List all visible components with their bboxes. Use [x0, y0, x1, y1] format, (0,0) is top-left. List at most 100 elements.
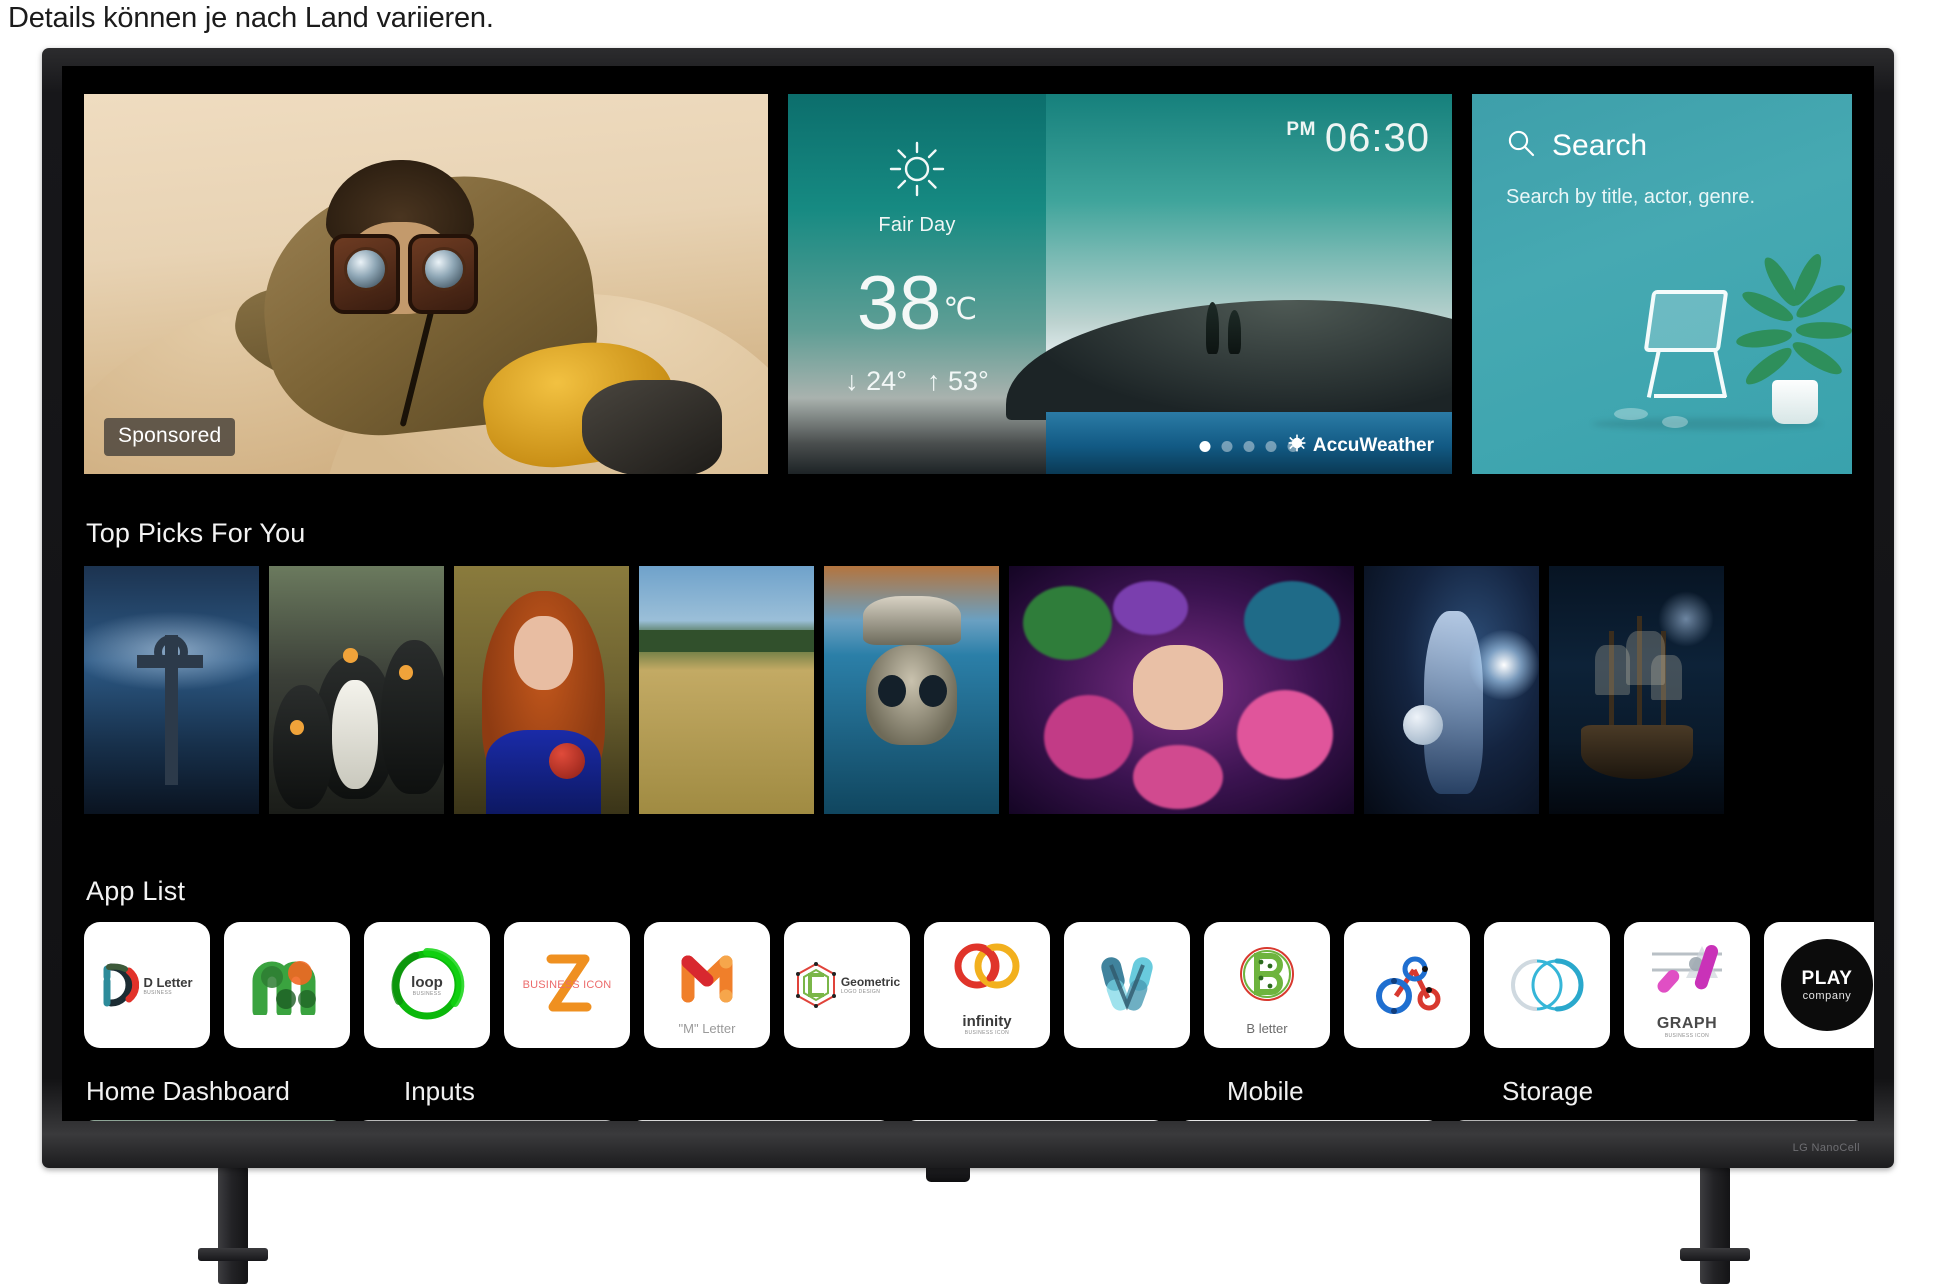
- business-z-app[interactable]: BUSINESS ICON: [504, 922, 630, 1048]
- graveyard-cross-thumbnail[interactable]: [84, 566, 259, 814]
- redhead-pomegranate-thumbnail[interactable]: [454, 566, 629, 814]
- pager-dot-2[interactable]: [1221, 441, 1233, 452]
- tree-icon: [1228, 310, 1241, 354]
- green-m-app[interactable]: [224, 922, 350, 1048]
- skull-island-thumbnail[interactable]: [824, 566, 999, 814]
- floral-portrait-thumbnail[interactable]: [1009, 566, 1354, 814]
- app-label: BUSINESS ICON: [522, 979, 612, 991]
- search-card[interactable]: Search Search by title, actor, genre.: [1472, 94, 1852, 474]
- pager-dot-4[interactable]: [1265, 441, 1277, 452]
- plant-illustration: [1735, 251, 1852, 389]
- binoculars-icon: [330, 234, 480, 320]
- brand-logo: LG NanoCell: [1792, 1142, 1860, 1154]
- dashboard-card-4[interactable]: [906, 1120, 1164, 1121]
- app-list-row[interactable]: D Letter BUSINESS loop BUSINESS BUSINESS…: [84, 922, 1874, 1048]
- app-sublabel: LOGO DESIGN: [840, 989, 881, 995]
- carousel-pager[interactable]: [1199, 441, 1299, 452]
- stand-foot-left: [198, 1248, 268, 1261]
- stand-leg-right: [1700, 1166, 1730, 1284]
- b-letter-icon: [1240, 947, 1294, 1001]
- graph-icon: [1652, 944, 1722, 993]
- dashboard-label-mobile: Mobile: [1227, 1076, 1304, 1106]
- weather-card[interactable]: Fair Day 38℃ ↓ 24° ↑ 53° PM 06:30 AccuWe…: [788, 94, 1452, 474]
- search-scene-stone: [1662, 416, 1688, 428]
- b-letter-app[interactable]: B letter: [1204, 922, 1330, 1048]
- dashboard-card-home-dashboard[interactable]: [84, 1120, 342, 1121]
- infinity-icon: [954, 943, 1020, 989]
- graph-app[interactable]: GRAPH BUSINESS ICON: [1624, 922, 1750, 1048]
- dashboard-label-home: Home Dashboard: [86, 1076, 290, 1106]
- search-header[interactable]: Search: [1506, 128, 1647, 163]
- soccer-player-thumbnail[interactable]: [1364, 566, 1539, 814]
- clock-time: 06:30: [1324, 116, 1430, 160]
- stand-foot-right: [1680, 1248, 1750, 1261]
- dashboard-card-inputs[interactable]: [358, 1120, 616, 1121]
- app-sublabel: BUSINESS ICON: [1664, 1033, 1710, 1039]
- tree-icon: [1206, 302, 1219, 354]
- dashboard-label-inputs: Inputs: [404, 1076, 475, 1106]
- geometric-icon: [795, 962, 836, 1008]
- m-letter-icon: [681, 955, 733, 1003]
- top-picks-row[interactable]: [84, 566, 1724, 814]
- d-letter-app[interactable]: D Letter BUSINESS: [84, 922, 210, 1048]
- pager-dot-3[interactable]: [1243, 441, 1255, 452]
- tv-screen: Sponsored Fair Day 38℃ ↓ 24° ↑ 53° PM 06…: [62, 66, 1874, 1121]
- tv-device: LG NanoCell Sponsored Fair Day 38℃ ↓ 24°…: [0, 48, 1936, 1284]
- dashboard-card-3[interactable]: [632, 1120, 890, 1121]
- sun-icon: [888, 140, 946, 203]
- m-letter-app[interactable]: "M" Letter: [644, 922, 770, 1048]
- green-m-icon: [252, 961, 316, 1015]
- weather-scenery-pane: PM 06:30 AccuWeather: [1006, 94, 1452, 474]
- clock-ampm: PM: [1286, 119, 1316, 140]
- play-company-app[interactable]: PLAY company: [1764, 922, 1874, 1048]
- molecule-app[interactable]: [1344, 922, 1470, 1048]
- app-sublabel: company: [1802, 990, 1852, 1002]
- sponsored-hero-card[interactable]: Sponsored: [84, 94, 768, 474]
- weather-low: ↓ 24°: [845, 366, 907, 396]
- app-label: B letter: [1246, 1021, 1288, 1036]
- wheat-field-thumbnail[interactable]: [639, 566, 814, 814]
- pager-dot-1[interactable]: [1199, 441, 1211, 452]
- play-company-icon: PLAY company: [1781, 939, 1873, 1031]
- penguins-thumbnail[interactable]: [269, 566, 444, 814]
- pirate-ship-thumbnail[interactable]: [1549, 566, 1724, 814]
- search-title: Search: [1552, 128, 1648, 162]
- app-label: "M" Letter: [678, 1021, 736, 1036]
- stand-leg-left: [218, 1166, 248, 1284]
- app-label: D Letter: [143, 974, 193, 990]
- weather-temperature: 38℃: [788, 266, 1046, 342]
- app-sublabel: BUSINESS: [143, 989, 172, 996]
- sponsored-badge: Sponsored: [104, 418, 236, 456]
- dashboard-card-mobile[interactable]: [1180, 1120, 1438, 1121]
- app-list-title: App List: [86, 876, 186, 906]
- clock-display: PM 06:30: [1286, 116, 1430, 161]
- blue-v-app[interactable]: [1064, 922, 1190, 1048]
- dashboard-card-storage[interactable]: [1454, 1120, 1864, 1121]
- infinity-app[interactable]: infinity BUSINESS ICON: [924, 922, 1050, 1048]
- weather-condition: Fair Day: [878, 214, 956, 236]
- home-top-row: Sponsored Fair Day 38℃ ↓ 24° ↑ 53° PM 06…: [84, 94, 1852, 474]
- d-letter-icon: [103, 963, 140, 1007]
- twin-rings-app[interactable]: [1484, 922, 1610, 1048]
- accuweather-logo-icon: [1288, 434, 1306, 458]
- search-subtitle: Search by title, actor, genre.: [1506, 186, 1756, 208]
- weather-high: ↑ 53°: [927, 366, 989, 396]
- hero-dark-gear: [582, 380, 722, 474]
- molecule-icon: [1376, 956, 1441, 1014]
- dashboard-row[interactable]: Home Dashboard Inputs Mobile Storage: [84, 1076, 1864, 1121]
- app-label: PLAY: [1801, 968, 1853, 989]
- loop-app[interactable]: loop BUSINESS: [364, 922, 490, 1048]
- weather-temp-unit: ℃: [943, 293, 978, 326]
- app-label: GRAPH: [1656, 1015, 1718, 1032]
- app-sublabel: BUSINESS: [412, 990, 442, 997]
- top-picks-title: Top Picks For You: [86, 518, 306, 548]
- app-label: infinity: [962, 1013, 1012, 1030]
- accuweather-attribution: AccuWeather: [1288, 434, 1434, 458]
- geometric-app[interactable]: Geometric LOGO DESIGN: [784, 922, 910, 1048]
- app-sublabel: BUSINESS ICON: [964, 1030, 1010, 1036]
- weather-temp-value: 38: [856, 261, 942, 346]
- tv-bezel: LG NanoCell Sponsored Fair Day 38℃ ↓ 24°…: [42, 48, 1894, 1168]
- page-caption: Details können je nach Land variieren.: [8, 2, 494, 34]
- plant-pot: [1772, 380, 1818, 424]
- search-icon: [1506, 128, 1536, 163]
